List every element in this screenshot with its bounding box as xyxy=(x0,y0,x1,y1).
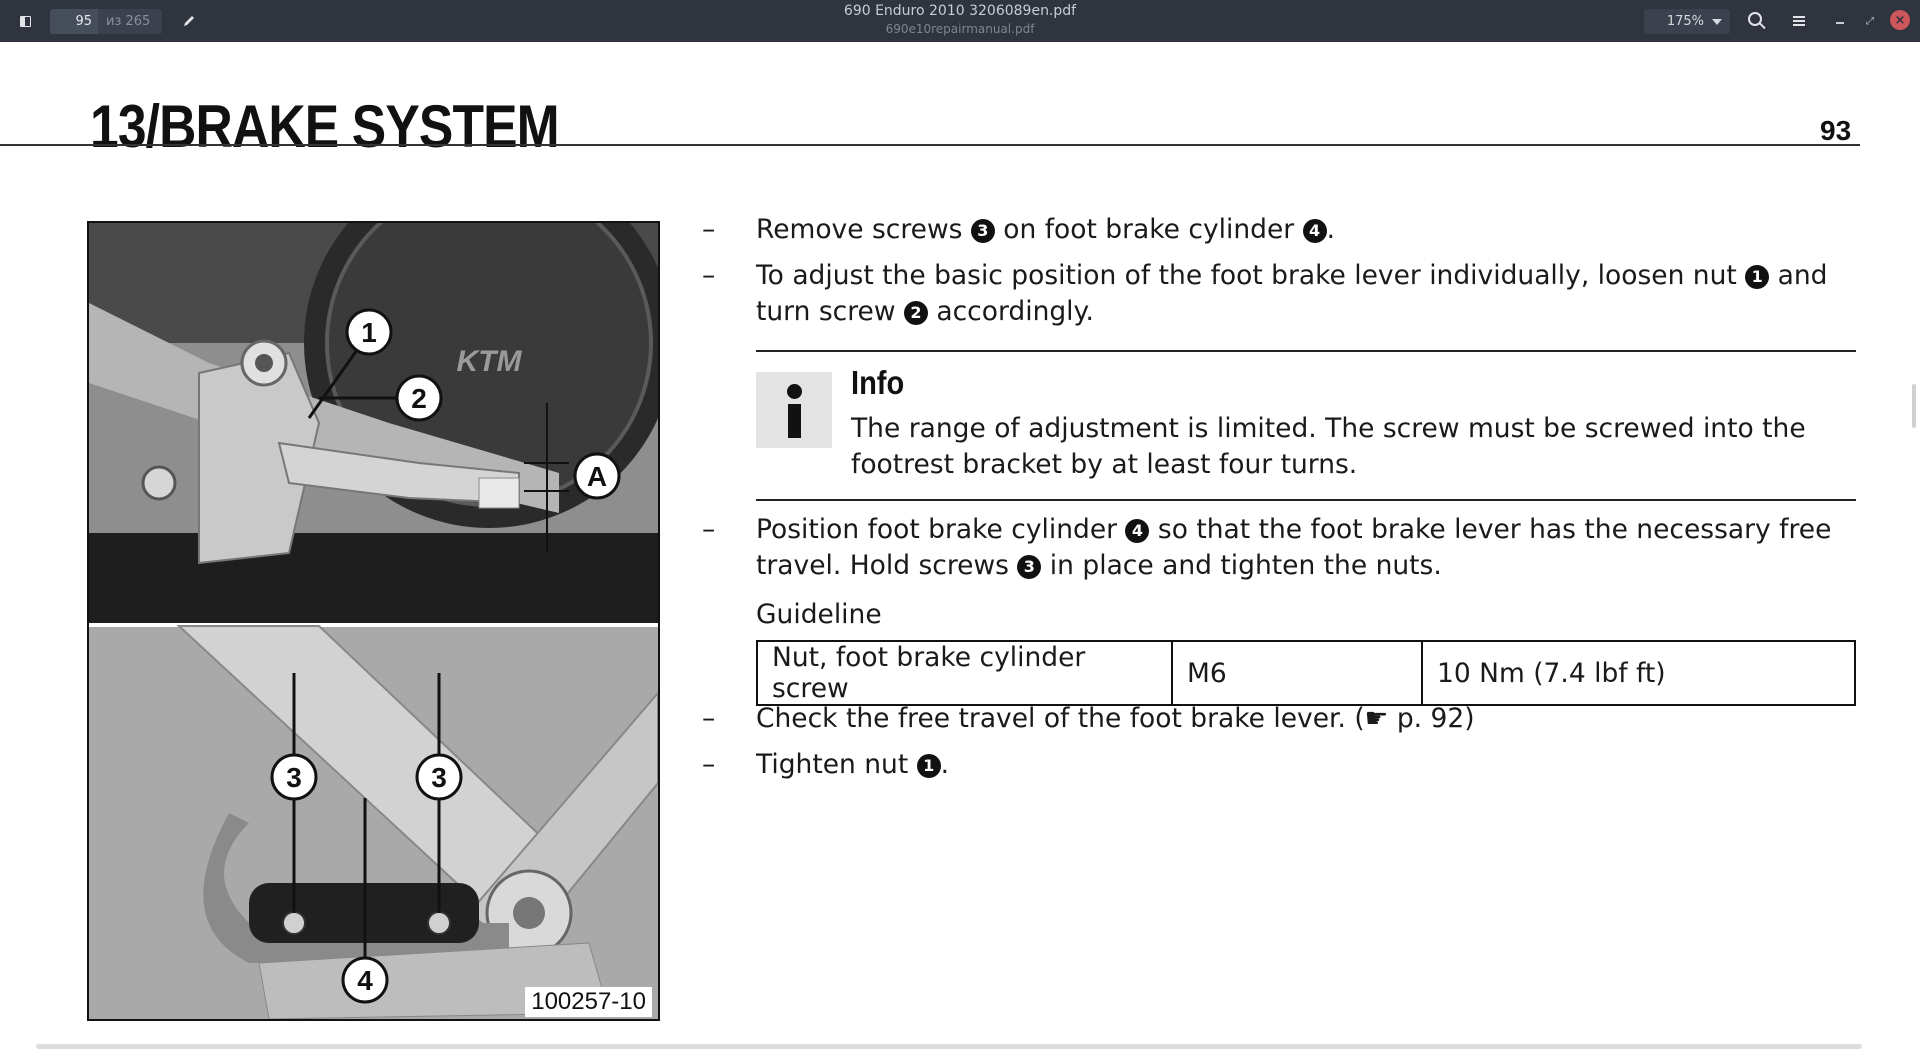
spec-part-cell: Nut, foot brake cylinder screw xyxy=(756,640,1173,706)
callout-3-right: 3 xyxy=(415,753,463,801)
svg-text:A: A xyxy=(587,461,607,492)
table-row: Nut, foot brake cylinder screw M6 10 Nm … xyxy=(756,640,1856,706)
chapter-title: 13/BRAKE SYSTEM xyxy=(90,93,560,160)
annotate-button[interactable] xyxy=(176,9,202,33)
step-text-part: in place and tighten the nuts. xyxy=(1041,550,1442,581)
vertical-scrollbar[interactable] xyxy=(1912,384,1916,428)
svg-text:4: 4 xyxy=(357,965,373,996)
svg-text:3: 3 xyxy=(431,762,447,793)
ref-number: 3 xyxy=(970,219,995,243)
sidebar-toggle-button[interactable] xyxy=(12,9,38,33)
step-text-part: Remove screws xyxy=(756,214,971,245)
callout-4: 4 xyxy=(341,956,389,1004)
ref-number: 1 xyxy=(916,754,941,778)
guideline-label: Guideline xyxy=(756,599,882,630)
svg-text:1: 1 xyxy=(361,317,377,348)
minimize-icon xyxy=(1836,22,1844,24)
document-page: 13/BRAKE SYSTEM 93 KTM 1 2 A 3 3 4 10025… xyxy=(0,42,1920,1049)
step-text-part: accordingly. xyxy=(927,296,1094,327)
document-title: 690 Enduro 2010 3206089en.pdf xyxy=(843,3,1077,19)
minimize-button[interactable] xyxy=(1828,9,1852,33)
brake-figure: KTM 1 2 A 3 3 4 100257-10 xyxy=(87,221,660,1021)
chevron-down-icon xyxy=(1712,18,1722,25)
hamburger-line xyxy=(1793,20,1805,22)
page-navigator: из 265 xyxy=(50,9,162,34)
spec-thread-cell: M6 xyxy=(1171,640,1423,706)
hamburger-menu-icon xyxy=(1793,16,1805,18)
maximize-button[interactable]: ⤢ xyxy=(1858,9,1882,33)
torque-spec-table: Nut, foot brake cylinder screw M6 10 Nm … xyxy=(756,640,1856,706)
step-dash: – xyxy=(702,260,716,291)
callout-2: 2 xyxy=(395,374,443,422)
step-dash: – xyxy=(702,749,716,780)
pointing-hand-icon: ☛ xyxy=(1364,703,1389,734)
info-bottom-rule xyxy=(756,499,1856,501)
pencil-icon xyxy=(184,16,194,26)
svg-text:3: 3 xyxy=(286,762,302,793)
search-button[interactable] xyxy=(1744,9,1770,33)
ref-number: 1 xyxy=(1745,265,1770,289)
info-text: The range of adjustment is limited. The … xyxy=(851,413,1806,480)
step-text: Remove screws 3 on foot brake cylinder 4… xyxy=(756,212,1866,248)
step-text-part: To adjust the basic position of the foot… xyxy=(756,260,1746,291)
step-text-part: . xyxy=(1326,214,1336,245)
brake-figure-image: KTM 1 2 A 3 3 4 xyxy=(89,223,658,1019)
step-dash: – xyxy=(702,703,716,734)
search-icon xyxy=(1748,12,1762,26)
close-button[interactable]: × xyxy=(1890,10,1910,30)
horizontal-scrollbar[interactable] xyxy=(36,1044,1862,1049)
callout-3-left: 3 xyxy=(270,753,318,801)
step-dash: – xyxy=(702,514,716,545)
page-reference-link[interactable]: ☛ p. 92) xyxy=(1365,703,1475,734)
spec-torque-cell: 10 Nm (7.4 lbf ft) xyxy=(1421,640,1856,706)
step-text: Check the free travel of the foot brake … xyxy=(756,701,1866,737)
page-number: 93 xyxy=(1820,115,1852,146)
close-icon: × xyxy=(1894,12,1906,28)
zoom-value: 175% xyxy=(1666,14,1704,29)
hamburger-line xyxy=(1793,24,1805,26)
step-text-part: p. 92) xyxy=(1388,703,1475,734)
ktm-logo: KTM xyxy=(457,345,523,378)
ref-number: 4 xyxy=(1125,519,1150,543)
ref-number: 4 xyxy=(1302,219,1327,243)
step-text: Position foot brake cylinder 4 so that t… xyxy=(756,512,1866,584)
step-text: Tighten nut 1. xyxy=(756,747,1866,783)
page-number-input[interactable] xyxy=(50,9,98,34)
info-icon xyxy=(756,372,832,448)
step-text-part: Position foot brake cylinder xyxy=(756,514,1126,545)
document-subtitle: 690e10repairmanual.pdf xyxy=(885,22,1035,36)
window-title: 690 Enduro 2010 3206089en.pdf 690e10repa… xyxy=(660,2,1260,37)
info-top-rule xyxy=(756,350,1856,352)
header-divider xyxy=(0,144,1860,146)
figure-code: 100257-10 xyxy=(525,987,652,1017)
svg-text:2: 2 xyxy=(411,383,427,414)
step-text-part: on foot brake cylinder xyxy=(994,214,1303,245)
sidebar-toggle-icon xyxy=(19,15,31,27)
step-text-part: Tighten nut xyxy=(756,749,917,780)
info-heading: Info xyxy=(851,364,905,401)
step-dash: – xyxy=(702,214,716,245)
ref-number: 3 xyxy=(1017,555,1042,579)
page-total-label: из 265 xyxy=(106,14,151,29)
step-text-part: . xyxy=(940,749,950,780)
maximize-icon: ⤢ xyxy=(1866,15,1874,27)
menu-button[interactable] xyxy=(1786,9,1812,33)
ref-number: 2 xyxy=(903,301,928,325)
callout-a: A xyxy=(573,452,621,500)
callout-1: 1 xyxy=(345,308,393,356)
zoom-select[interactable]: 175% xyxy=(1644,9,1730,34)
header-bar: из 265 690 Enduro 2010 3206089en.pdf 690… xyxy=(0,0,1920,42)
step-text-part: Check the free travel of the foot brake … xyxy=(756,703,1365,734)
step-text: To adjust the basic position of the foot… xyxy=(756,258,1866,330)
